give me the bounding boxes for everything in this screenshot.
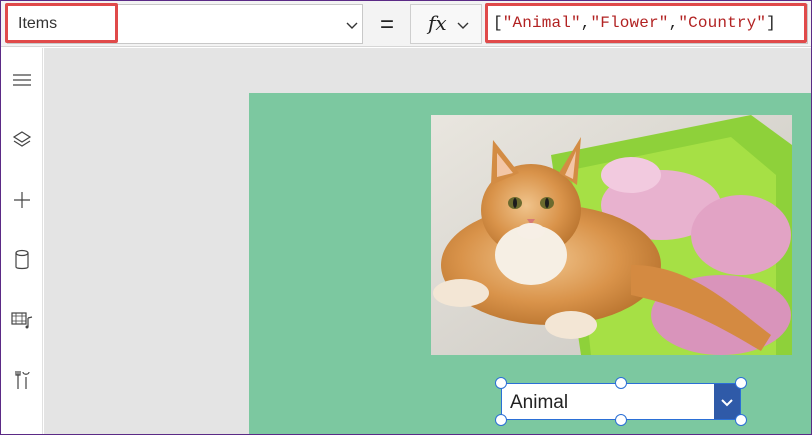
cat-image[interactable] bbox=[431, 115, 792, 355]
chevron-down-icon bbox=[346, 22, 358, 29]
resize-handle-bottom[interactable] bbox=[615, 414, 627, 426]
resize-handle-top[interactable] bbox=[615, 377, 627, 389]
fx-icon: fx bbox=[428, 11, 447, 35]
equals-sign: = bbox=[380, 11, 395, 38]
resize-handle-bottom-left[interactable] bbox=[495, 414, 507, 426]
tools-icon[interactable] bbox=[1, 367, 43, 393]
database-icon[interactable] bbox=[1, 247, 43, 273]
resize-handle-bottom-right[interactable] bbox=[735, 414, 747, 426]
plus-icon[interactable] bbox=[1, 187, 43, 213]
left-rail bbox=[1, 48, 43, 434]
layers-icon[interactable] bbox=[1, 127, 43, 153]
chevron-down-icon bbox=[457, 22, 469, 29]
property-highlight bbox=[5, 3, 118, 43]
resize-handle-top-right[interactable] bbox=[735, 377, 747, 389]
chevron-down-icon bbox=[721, 398, 733, 406]
formula-highlight bbox=[485, 3, 807, 43]
dropdown-toggle[interactable] bbox=[714, 384, 740, 419]
fx-button[interactable]: fx bbox=[410, 4, 482, 44]
dropdown-selected-value: Animal bbox=[510, 392, 569, 413]
hamburger-menu-icon[interactable] bbox=[1, 67, 43, 93]
resize-handle-top-left[interactable] bbox=[495, 377, 507, 389]
media-icon[interactable] bbox=[1, 307, 43, 333]
